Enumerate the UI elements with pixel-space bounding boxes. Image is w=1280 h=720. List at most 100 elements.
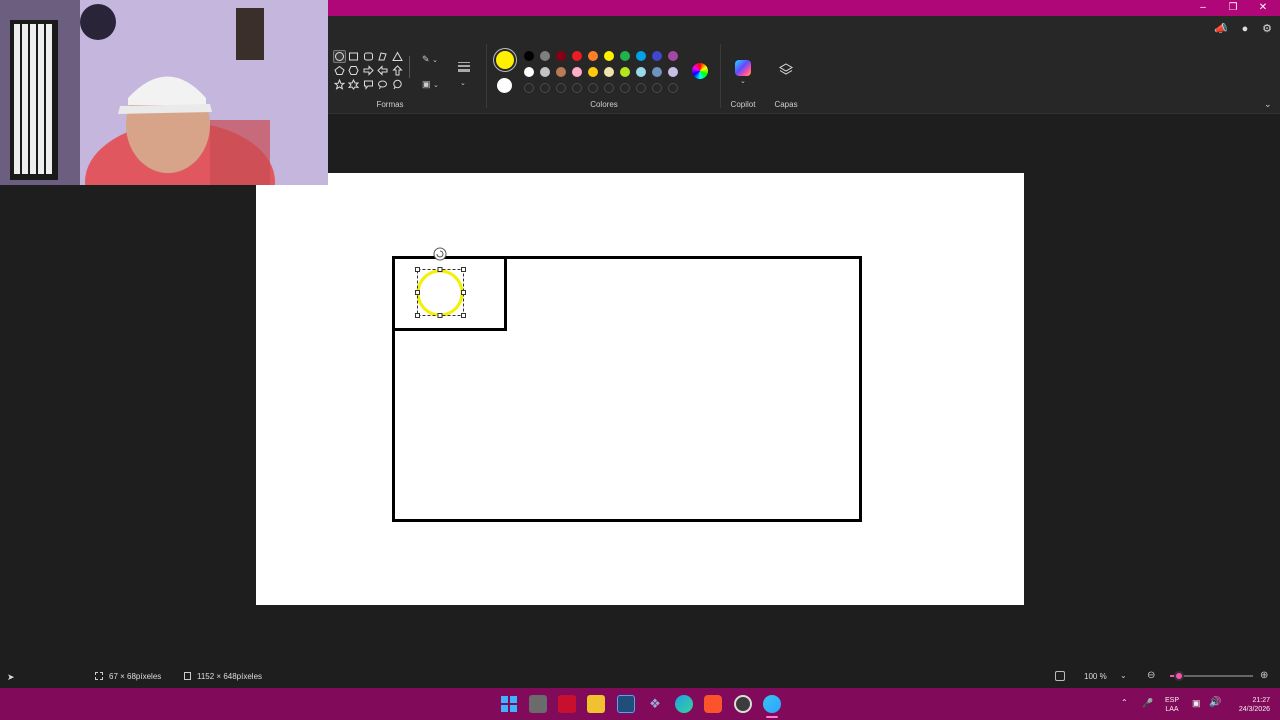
webcam-overlay [0, 0, 328, 185]
vegas-icon[interactable] [617, 695, 635, 713]
palette-color-swatch[interactable] [668, 67, 678, 77]
large-rectangle-shape [392, 256, 862, 522]
restore-icon[interactable]: ❐ [1218, 0, 1248, 16]
start-icon[interactable] [500, 695, 518, 713]
rounded-rectangle-shape-button[interactable] [362, 50, 375, 63]
zoom-slider-thumb[interactable] [1174, 671, 1184, 681]
palette-color-swatch[interactable] [604, 67, 614, 77]
six-point-star-icon [348, 79, 359, 90]
custom-color-slot[interactable] [652, 83, 662, 93]
fit-to-window-icon[interactable] [1055, 671, 1065, 681]
custom-color-slot[interactable] [604, 83, 614, 93]
expand-ribbon-icon[interactable]: ⌄ [1264, 99, 1272, 110]
shapes-group-label: Formas [376, 100, 404, 109]
volume-icon[interactable]: 🔊 [1209, 697, 1221, 708]
up-arrow-icon [392, 65, 403, 76]
network-icon[interactable]: ▣ [1192, 698, 1201, 709]
file-explorer-icon[interactable] [587, 695, 605, 713]
minimize-icon[interactable]: – [1188, 0, 1218, 16]
star-icon [334, 79, 345, 90]
edge-icon[interactable] [675, 695, 693, 713]
custom-color-slot[interactable] [636, 83, 646, 93]
close-icon[interactable]: ✕ [1248, 0, 1278, 16]
yellow-circle-shape[interactable] [416, 269, 464, 317]
custom-color-slot[interactable] [588, 83, 598, 93]
custom-color-slot[interactable] [556, 83, 566, 93]
brave-icon[interactable] [704, 695, 722, 713]
up-arrow-shape-button[interactable] [391, 64, 404, 77]
microphone-icon[interactable]: 🎤 [1142, 698, 1153, 709]
palette-color-swatch[interactable] [524, 67, 534, 77]
input-language[interactable]: ESP LAA [1160, 696, 1184, 714]
palette-color-swatch[interactable] [652, 67, 662, 77]
clock-time: 21:27 [1252, 697, 1270, 704]
cloud-callout-shape-button[interactable] [391, 78, 404, 91]
star-shape-button[interactable] [333, 78, 346, 91]
hexagon-shape-button[interactable] [347, 64, 360, 77]
palette-color-swatch[interactable] [524, 51, 534, 61]
custom-color-slot[interactable] [540, 83, 550, 93]
zoom-out-icon[interactable]: ⊖ [1147, 670, 1155, 681]
webcam-person-image [0, 0, 328, 185]
colors-group-label: Colores [590, 100, 618, 109]
palette-color-swatch[interactable] [620, 51, 630, 61]
palette-color-swatch[interactable] [588, 51, 598, 61]
pointer-icon: ➤ [7, 672, 15, 682]
settings-icon[interactable]: ⚙ [1260, 22, 1274, 36]
left-arrow-shape-button[interactable] [376, 64, 389, 77]
oval-shape-button[interactable] [333, 50, 346, 63]
palette-color-swatch[interactable] [620, 67, 630, 77]
chevron-down-icon[interactable]: ⌄ [460, 79, 466, 87]
rotate-handle-icon[interactable] [433, 247, 447, 261]
chevron-down-icon[interactable]: ⌄ [740, 77, 746, 85]
right-arrow-shape-button[interactable] [362, 64, 375, 77]
fill-dropdown[interactable]: ▣ ⌄ [422, 79, 446, 91]
rectangle-shape-button[interactable] [347, 50, 360, 63]
copilot-group-label[interactable]: Copilot [723, 100, 763, 109]
drawing-canvas[interactable] [256, 173, 1024, 605]
paint-icon[interactable] [763, 695, 781, 713]
palette-color-swatch[interactable] [540, 67, 550, 77]
speech-bubble-shape-button[interactable] [362, 78, 375, 91]
palette-color-swatch[interactable] [572, 51, 582, 61]
custom-color-slot[interactable] [572, 83, 582, 93]
active-app-indicator [766, 716, 778, 718]
palette-color-swatch[interactable] [588, 67, 598, 77]
announcement-icon[interactable]: 📣 [1214, 22, 1228, 36]
palette-color-swatch[interactable] [668, 51, 678, 61]
outline-dropdown[interactable]: ✎ ⌄ [422, 54, 446, 66]
clock[interactable]: 21:27 24/3/2026 [1224, 696, 1270, 714]
brush-size-button[interactable] [456, 60, 472, 74]
palette-color-swatch[interactable] [556, 67, 566, 77]
oval-callout-shape-button[interactable] [376, 78, 389, 91]
palette-color-swatch[interactable] [556, 51, 566, 61]
task-view-icon[interactable] [529, 695, 547, 713]
palette-color-swatch[interactable] [604, 51, 614, 61]
layers-button[interactable] [778, 62, 794, 78]
palette-color-swatch[interactable] [540, 51, 550, 61]
layers-group-label[interactable]: Capas [766, 100, 806, 109]
custom-color-slot[interactable] [620, 83, 630, 93]
account-icon[interactable]: ● [1238, 22, 1252, 36]
secondary-color-swatch[interactable] [497, 78, 512, 93]
acrobat-icon[interactable] [558, 695, 576, 713]
tray-overflow-icon[interactable]: ⌃ [1121, 698, 1128, 707]
right-arrow-icon [363, 65, 374, 76]
triangle-shape-button[interactable] [391, 50, 404, 63]
custom-color-slot[interactable] [668, 83, 678, 93]
six-point-star-shape-button[interactable] [347, 78, 360, 91]
palette-color-swatch[interactable] [636, 51, 646, 61]
palette-color-swatch[interactable] [572, 67, 582, 77]
edit-colors-icon[interactable] [692, 63, 708, 79]
zoom-dropdown[interactable]: 100 % ⌄ [1077, 669, 1137, 685]
app-diamond-icon[interactable]: ❖ [646, 695, 664, 713]
primary-color-swatch[interactable] [496, 51, 514, 69]
obs-icon[interactable] [734, 695, 752, 713]
copilot-icon[interactable] [735, 60, 751, 76]
palette-color-swatch[interactable] [636, 67, 646, 77]
custom-color-slot[interactable] [524, 83, 534, 93]
pentagon-shape-button[interactable] [333, 64, 346, 77]
zoom-in-icon[interactable]: ⊕ [1260, 670, 1268, 681]
palette-color-swatch[interactable] [652, 51, 662, 61]
polygon-shape-button[interactable] [376, 50, 389, 63]
